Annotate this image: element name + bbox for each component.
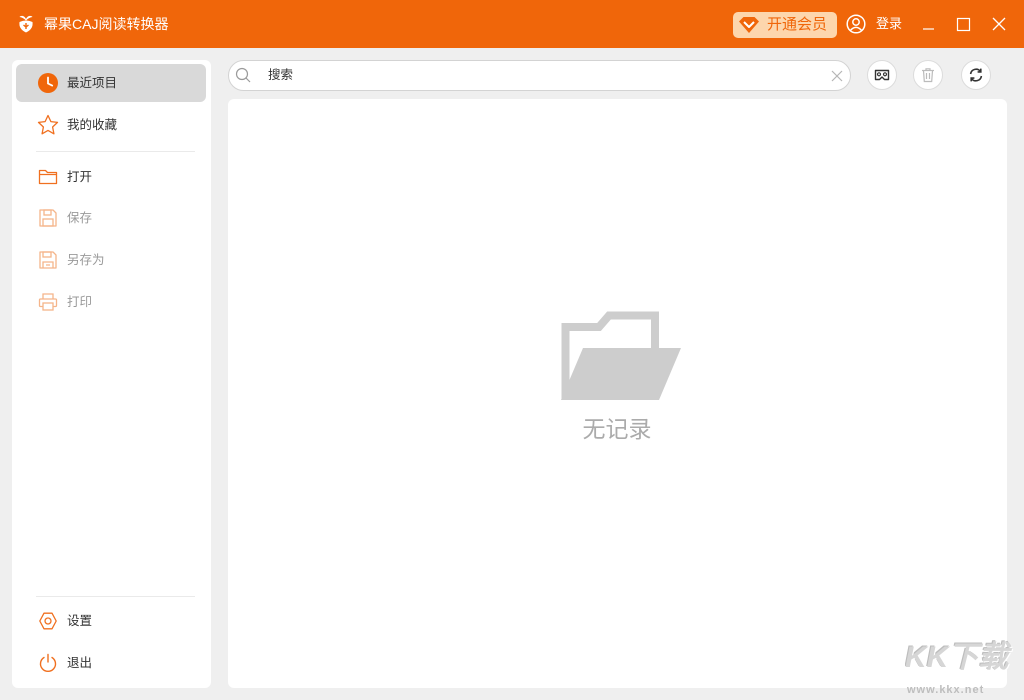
login-link[interactable]: 登录 — [876, 0, 902, 48]
user-icon[interactable] — [846, 14, 866, 34]
vip-label: 开通会员 — [767, 16, 828, 33]
sidebar-divider — [36, 151, 195, 152]
star-icon — [37, 114, 59, 135]
refresh-button[interactable] — [961, 60, 991, 90]
sidebar-divider — [36, 596, 195, 597]
settings-icon — [38, 611, 58, 631]
sidebar-item-favorites[interactable]: 我的收藏 — [16, 106, 206, 144]
sidebar-item-recent[interactable]: 最近项目 — [16, 64, 206, 102]
printer-icon — [38, 292, 58, 312]
refresh-icon — [969, 68, 983, 82]
search-input[interactable] — [268, 65, 818, 85]
title-bar: 幂果CAJ阅读转换器 开通会员 登录 — [0, 0, 1024, 48]
sidebar-item-open[interactable]: 打开 — [16, 158, 206, 196]
open-vip-button[interactable]: 开通会员 — [733, 12, 837, 38]
watermark-url: www.kkx.net — [907, 684, 985, 696]
sidebar-item-label: 打印 — [67, 295, 93, 309]
app-title: 幂果CAJ阅读转换器 — [44, 16, 169, 32]
close-icon[interactable] — [989, 14, 1009, 34]
folder-icon — [38, 167, 58, 187]
trash-icon — [922, 68, 934, 83]
app-logo-icon — [17, 14, 35, 33]
sidebar-item-label: 保存 — [67, 211, 93, 225]
save-as-icon — [38, 250, 58, 270]
clear-icon[interactable] — [831, 69, 843, 82]
search-icon — [235, 67, 251, 83]
sidebar-item-save[interactable]: 保存 — [16, 199, 206, 237]
sidebar-item-label: 最近项目 — [67, 76, 118, 90]
minimize-icon[interactable] — [918, 14, 938, 34]
sidebar-item-save-as[interactable]: 另存为 — [16, 241, 206, 279]
empty-folder-icon — [561, 311, 681, 400]
watermark-logo: KK下载 — [905, 641, 1009, 674]
empty-state-text: 无记录 — [582, 416, 652, 442]
sidebar — [12, 60, 211, 688]
view-mode-button[interactable] — [867, 60, 897, 90]
sidebar-item-label: 打开 — [67, 170, 93, 184]
save-icon — [38, 208, 58, 228]
delete-button[interactable] — [913, 60, 943, 90]
search-bar — [228, 60, 851, 91]
clock-icon — [38, 73, 58, 93]
sidebar-item-label: 退出 — [67, 656, 93, 670]
diamond-icon — [738, 16, 760, 34]
glasses-icon — [874, 69, 890, 81]
sidebar-item-label: 我的收藏 — [67, 118, 118, 132]
sidebar-item-print[interactable]: 打印 — [16, 283, 206, 321]
maximize-icon[interactable] — [953, 14, 973, 34]
sidebar-item-settings[interactable]: 设置 — [16, 602, 206, 640]
power-icon — [38, 653, 58, 673]
sidebar-item-exit[interactable]: 退出 — [16, 644, 206, 682]
sidebar-item-label: 另存为 — [67, 253, 105, 267]
sidebar-item-label: 设置 — [67, 614, 93, 628]
